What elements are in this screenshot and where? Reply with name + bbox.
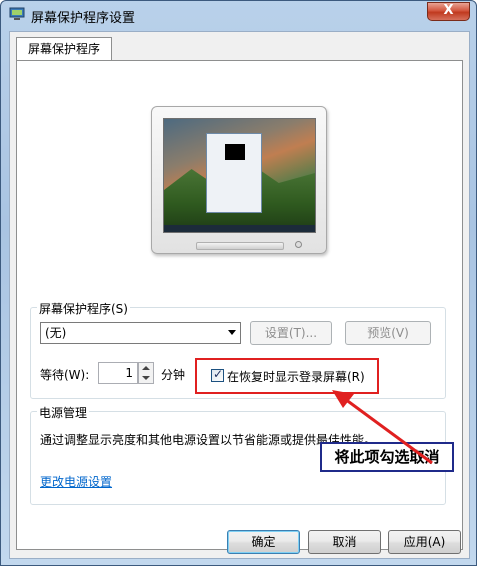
apply-button[interactable]: 应用(A) [388, 530, 461, 554]
ok-button[interactable]: 确定 [227, 530, 300, 554]
annotation-arrow-icon [332, 390, 433, 465]
cancel-button[interactable]: 取消 [308, 530, 381, 554]
